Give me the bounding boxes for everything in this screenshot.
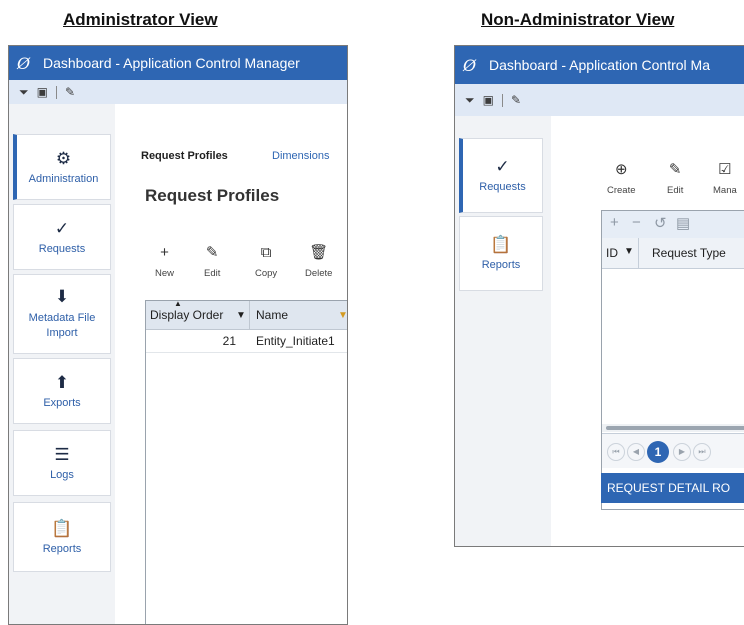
pencil-icon: ✎ [668, 161, 682, 178]
filter-icon[interactable]: ⏷ [19, 85, 29, 100]
nav-item-requests[interactable]: ✓ Requests [13, 204, 111, 270]
column-name[interactable]: Name [256, 308, 288, 322]
nav-item-administration[interactable]: ⚙ Administration [13, 134, 111, 200]
toolbar-separator [55, 85, 57, 99]
nav-label: Reports [42, 542, 82, 555]
save-icon[interactable]: ▤ [676, 214, 690, 232]
nonadmin-toolbar: ⏷ ▣ ✎ [455, 84, 744, 116]
nonadmin-view-heading: Non-Administrator View [481, 10, 675, 29]
admin-titlebar: Ø Dashboard - Application Control Manage… [9, 46, 347, 80]
add-row-icon[interactable]: + [610, 214, 619, 231]
filter-icon[interactable]: ▼ [236, 310, 246, 321]
column-divider [249, 301, 250, 329]
grid-header: ID ▼ Request Type [602, 238, 744, 269]
window-title: Dashboard - Application Control Manager [43, 55, 300, 71]
column-display-order[interactable]: Display Order [150, 308, 223, 322]
button-label: Edit [667, 185, 684, 196]
app-logo-icon: Ø [463, 55, 477, 75]
horizontal-scrollbar[interactable] [602, 424, 744, 432]
reports-icon: 📋 [51, 518, 73, 538]
requests-icon: ✓ [495, 157, 510, 176]
grid-header: Display Order ▲ ▼ Name ▼ [146, 300, 347, 330]
filter-icon[interactable]: ⏷ [465, 93, 475, 108]
undo-icon[interactable]: ↺ [654, 214, 667, 232]
delete-button[interactable]: 🗑 Delete [305, 245, 332, 279]
button-label: Create [607, 185, 636, 196]
nonadmin-titlebar: Ø Dashboard - Application Control Ma [455, 46, 744, 84]
edit-button[interactable]: ✎ Edit [204, 245, 220, 279]
nav-item-reports[interactable]: 📋 Reports [459, 216, 543, 291]
nav-label: Metadata File Import [28, 311, 96, 339]
exports-icon: ⬆ [54, 372, 70, 392]
requests-icon: ✓ [54, 218, 70, 238]
next-page-icon[interactable]: ▶ [673, 443, 691, 461]
request-detail-bar[interactable]: REQUEST DETAIL RO [601, 473, 744, 503]
pencil-icon[interactable]: ✎ [511, 93, 521, 107]
column-divider [638, 238, 639, 268]
settings-icon[interactable]: ▣ [483, 93, 494, 107]
admin-view-heading: Administrator View [63, 10, 218, 29]
nav-item-metadata-file-import[interactable]: ⬇ Metadata File Import [13, 274, 111, 354]
remove-row-icon[interactable]: − [632, 214, 641, 231]
settings-icon[interactable]: ▣ [37, 85, 48, 99]
request-profiles-grid: Display Order ▲ ▼ Name ▼ 21 Entity_Initi… [145, 300, 347, 624]
column-id[interactable]: ID [606, 246, 618, 260]
pencil-icon: ✎ [205, 244, 219, 261]
copy-icon: ⧉ [260, 244, 272, 261]
reports-icon: 📋 [490, 235, 512, 254]
trash-icon: 🗑 [309, 244, 329, 261]
nav-label: Logs [50, 468, 74, 481]
admin-toolbar: ⏷ ▣ ✎ [9, 80, 347, 104]
nav-item-reports[interactable]: 📋 Reports [13, 502, 111, 572]
tab-dimensions[interactable]: Dimensions [272, 150, 329, 162]
manage-button[interactable]: ☑ Mana [713, 162, 737, 196]
toolbar-separator [501, 93, 503, 107]
edit-button[interactable]: ✎ Edit [667, 162, 683, 196]
import-icon: ⬇ [54, 286, 70, 306]
grid-toolbar: + − ↺ ▤ [602, 211, 744, 239]
table-row[interactable]: 21 Entity_Initiate1 [146, 330, 347, 353]
nav-label: Requests [479, 181, 526, 193]
nav-item-exports[interactable]: ⬆ Exports [13, 358, 111, 424]
button-label: Edit [204, 268, 221, 279]
previous-page-icon[interactable]: ◀ [627, 443, 645, 461]
pencil-icon[interactable]: ✎ [65, 85, 75, 99]
plus-icon: + [160, 244, 169, 261]
copy-button[interactable]: ⧉ Copy [255, 245, 277, 279]
clipboard-check-icon: ☑ [718, 161, 732, 178]
admin-window: Ø Dashboard - Application Control Manage… [8, 45, 348, 625]
scrollbar-thumb[interactable] [606, 426, 744, 430]
button-label: Copy [255, 268, 278, 279]
new-button[interactable]: + New [155, 245, 174, 279]
pager: ⏮ ◀ 1 ▶ ⏭ [602, 433, 744, 468]
window-title: Dashboard - Application Control Ma [489, 57, 711, 73]
plus-circle-icon: ⊕ [614, 161, 628, 178]
sort-ascending-icon: ▲ [174, 300, 182, 308]
first-page-icon[interactable]: ⏮ [607, 443, 625, 461]
button-label: Mana [713, 185, 737, 196]
requests-grid: + − ↺ ▤ ID ▼ Request Type ⏮ ◀ 1 ▶ ⏭ [601, 210, 744, 510]
button-label: New [155, 268, 175, 279]
cell-name: Entity_Initiate1 [256, 334, 335, 348]
cell-display-order: 21 [222, 334, 236, 348]
nav-label: Exports [43, 396, 81, 409]
nonadmin-window: Ø Dashboard - Application Control Ma ⏷ ▣… [454, 45, 744, 547]
nav-label: Requests [38, 242, 86, 255]
app-logo-icon: Ø [17, 53, 31, 73]
button-label: Delete [305, 268, 333, 279]
nav-item-logs[interactable]: ☰ Logs [13, 430, 111, 496]
current-page-button[interactable]: 1 [647, 441, 669, 463]
nav-label: Reports [481, 259, 521, 271]
nav-item-requests[interactable]: ✓ Requests [459, 138, 543, 213]
tab-request-profiles[interactable]: Request Profiles [141, 150, 228, 162]
last-page-icon[interactable]: ⏭ [693, 443, 711, 461]
logs-icon: ☰ [54, 444, 70, 464]
filter-icon[interactable]: ▼ [624, 246, 634, 257]
administration-icon: ⚙ [55, 148, 72, 168]
column-request-type[interactable]: Request Type [652, 246, 726, 260]
create-button[interactable]: ⊕ Create [607, 162, 636, 196]
filter-icon[interactable]: ▼ [338, 310, 347, 321]
nav-label: Administration [28, 172, 99, 185]
page-title: Request Profiles [145, 186, 280, 205]
